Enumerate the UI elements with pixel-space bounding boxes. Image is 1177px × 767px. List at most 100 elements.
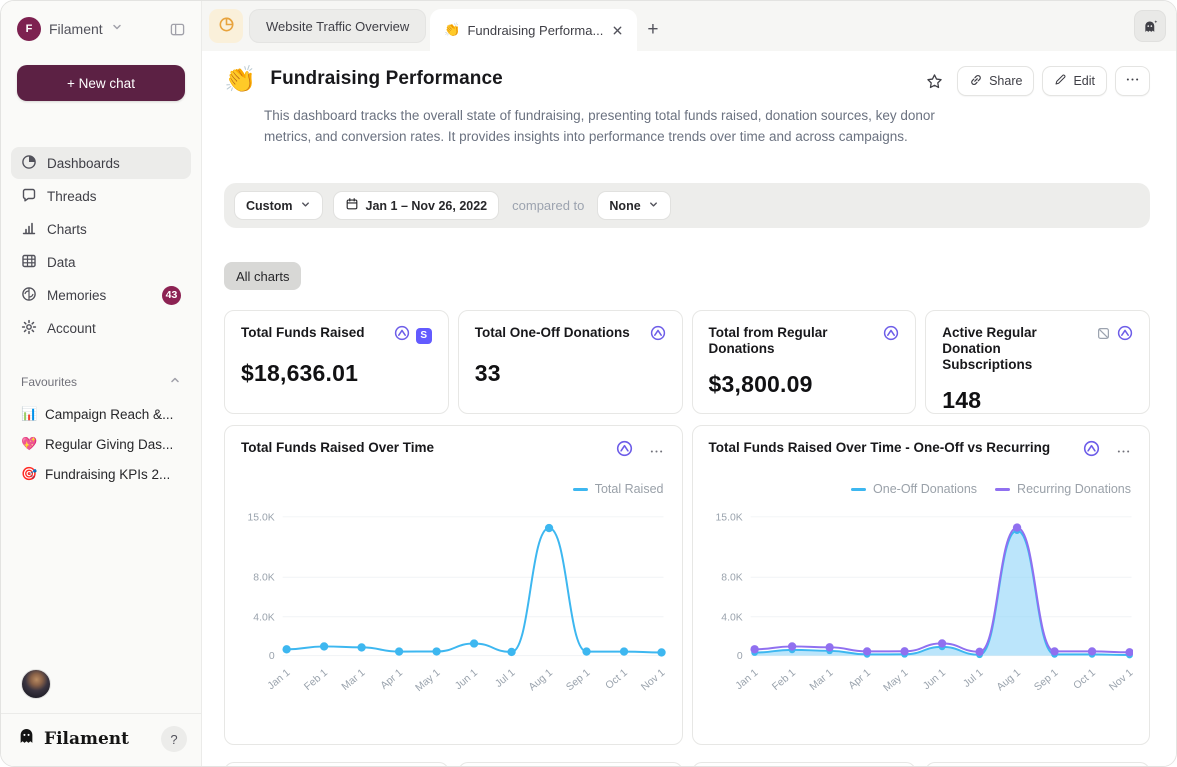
favourite-label: Regular Giving Das... — [45, 437, 173, 452]
sidebar-item-label: Data — [47, 255, 181, 270]
kpi-card-active-subscriptions[interactable]: Active Regular Donation Subscriptions 14… — [925, 310, 1150, 414]
legend-item[interactable]: Total Raised — [573, 482, 664, 496]
favourite-item[interactable]: 💖 Regular Giving Das... — [11, 429, 191, 459]
memories-count-badge: 43 — [162, 286, 181, 305]
kpi-card-total-funds-raised[interactable]: Total Funds Raised S $18,636.01 — [224, 310, 449, 414]
legend-item[interactable]: Recurring Donations — [995, 482, 1131, 496]
favourite-item[interactable]: 📊 Campaign Reach &... — [11, 399, 191, 429]
tab-label: Fundraising Performa... — [467, 23, 603, 38]
favourites-header[interactable]: Favourites — [21, 374, 181, 389]
close-tab-icon[interactable] — [610, 23, 625, 38]
svg-text:Jul 1: Jul 1 — [961, 667, 985, 690]
range-preset-value: Custom — [246, 199, 293, 213]
kpi-value: $3,800.09 — [709, 371, 900, 398]
svg-text:15.0K: 15.0K — [248, 512, 275, 523]
sidebar-item-dashboards[interactable]: Dashboards — [11, 147, 191, 179]
svg-text:Nov 1: Nov 1 — [1107, 667, 1133, 693]
line-chart-total-raised: 04.0K8.0K15.0KJan 1Feb 1Mar 1Apr 1May 1J… — [241, 500, 666, 730]
app-window: F Filament + New chat Dashboards Threads — [0, 0, 1177, 767]
line-chart-svg: 04.0K8.0K15.0KJan 1Feb 1Mar 1Apr 1May 1J… — [241, 500, 666, 730]
comparison-dropdown[interactable]: None — [597, 191, 670, 220]
dashboards-home-button[interactable] — [209, 9, 243, 43]
chat-bubble-icon — [21, 187, 37, 206]
more-options-button[interactable] — [1115, 66, 1150, 96]
kpi-value: 148 — [942, 387, 1133, 414]
svg-text:4.0K: 4.0K — [721, 612, 742, 623]
chevron-down-icon — [648, 199, 659, 213]
card-avg-donation-size[interactable]: Avg Donation Size (All — [925, 762, 1150, 766]
dashboard-header: 👏 Fundraising Performance Share Edit — [224, 66, 1150, 96]
sidebar-item-label: Memories — [47, 288, 152, 303]
svg-text:Jun 1: Jun 1 — [453, 667, 480, 692]
chart-menu-button[interactable] — [647, 443, 666, 460]
clap-emoji-icon: 👏 — [224, 66, 256, 92]
source-off-icon — [1096, 326, 1111, 346]
compared-to-label: compared to — [509, 198, 587, 213]
kpi-card-total-regular-donations[interactable]: Total from Regular Donations $3,800.09 — [692, 310, 917, 414]
chart-title: Total Funds Raised Over Time - One-Off v… — [709, 440, 1076, 456]
collapse-sidebar-button[interactable] — [168, 20, 187, 39]
assistant-ghost-button[interactable] — [1134, 10, 1166, 42]
user-avatar[interactable] — [21, 669, 51, 699]
svg-text:Jan 1: Jan 1 — [266, 667, 293, 692]
legend-item[interactable]: One-Off Donations — [851, 482, 977, 496]
new-tab-button[interactable]: + — [647, 20, 658, 39]
sidebar-footer: Filament ? — [1, 714, 201, 766]
legend-label: Total Raised — [595, 482, 664, 496]
kpi-card-total-one-off-donations[interactable]: Total One-Off Donations 33 — [458, 310, 683, 414]
tab-website-traffic-overview[interactable]: Website Traffic Overview — [249, 9, 426, 43]
svg-text:Aug 1: Aug 1 — [527, 667, 555, 693]
favourites-label: Favourites — [21, 375, 77, 389]
ellipsis-icon — [1125, 73, 1140, 89]
svg-text:Sep 1: Sep 1 — [1032, 667, 1060, 693]
all-charts-chip[interactable]: All charts — [224, 262, 301, 290]
chart-menu-button[interactable] — [1114, 443, 1133, 460]
pencil-icon — [1054, 73, 1067, 89]
workspace-switcher[interactable]: F Filament — [1, 1, 201, 47]
dashboard-content: 👏 Fundraising Performance Share Edit — [202, 51, 1176, 766]
calendar-icon — [345, 197, 359, 214]
favourite-star-icon[interactable] — [922, 69, 947, 94]
favourite-item[interactable]: 🎯 Fundraising KPIs 2... — [11, 459, 191, 489]
card-donation-form-conversion[interactable]: Donation Form Conversion — [458, 762, 683, 766]
pie-chart-icon — [218, 16, 235, 36]
svg-text:Apr 1: Apr 1 — [379, 667, 405, 692]
sidebar-item-account[interactable]: Account — [11, 312, 191, 344]
date-range-picker[interactable]: Jan 1 – Nov 26, 2022 — [333, 191, 500, 220]
kpi-row: Total Funds Raised S $18,636.01 Total On… — [224, 310, 1150, 414]
sidebar-item-threads[interactable]: Threads — [11, 180, 191, 212]
dashboard-description: This dashboard tracks the overall state … — [264, 105, 964, 147]
new-chat-button[interactable]: + New chat — [17, 65, 185, 101]
sidebar-item-data[interactable]: Data — [11, 246, 191, 278]
legend-label: Recurring Donations — [1017, 482, 1131, 496]
sidebar-item-memories[interactable]: Memories 43 — [11, 279, 191, 311]
sidebar-item-label: Dashboards — [47, 156, 181, 171]
kpi-title: Active Regular Donation Subscriptions — [942, 325, 1088, 373]
svg-text:Oct 1: Oct 1 — [604, 667, 630, 692]
comparison-value: None — [609, 199, 640, 213]
share-button[interactable]: Share — [957, 66, 1034, 96]
sidebar-item-charts[interactable]: Charts — [11, 213, 191, 245]
link-icon — [969, 73, 983, 90]
edit-button[interactable]: Edit — [1042, 66, 1107, 96]
tab-fundraising-performance[interactable]: 👏 Fundraising Performa... — [430, 9, 637, 51]
help-button[interactable]: ? — [161, 726, 187, 752]
svg-text:15.0K: 15.0K — [715, 512, 742, 523]
svg-text:Feb 1: Feb 1 — [303, 667, 331, 693]
chart-source-icon — [883, 325, 899, 346]
workspace-name: Filament — [49, 21, 103, 37]
heart-emoji-icon: 💖 — [21, 436, 37, 452]
kpi-title: Total Funds Raised — [241, 325, 386, 341]
range-preset-dropdown[interactable]: Custom — [234, 191, 323, 220]
chart-source-icon — [616, 440, 633, 462]
kpi-title: Total from Regular Donations — [709, 325, 859, 357]
area-chart-one-off-vs-recurring: 04.0K8.0K15.0KJan 1Feb 1Mar 1Apr 1May 1J… — [709, 500, 1134, 730]
workspace-logo: F — [17, 17, 41, 41]
chart-legend: One-Off Donations Recurring Donations — [709, 482, 1132, 496]
card-total-ticket-sales[interactable]: Total from Ticket Sales — [224, 762, 449, 766]
svg-text:0: 0 — [736, 651, 742, 662]
svg-text:Oct 1: Oct 1 — [1071, 667, 1097, 692]
svg-text:Jun 1: Jun 1 — [921, 667, 948, 692]
sidebar-item-label: Charts — [47, 222, 181, 237]
card-number-of-tickets-sold[interactable]: Number of Tickets Sold — [692, 762, 917, 766]
